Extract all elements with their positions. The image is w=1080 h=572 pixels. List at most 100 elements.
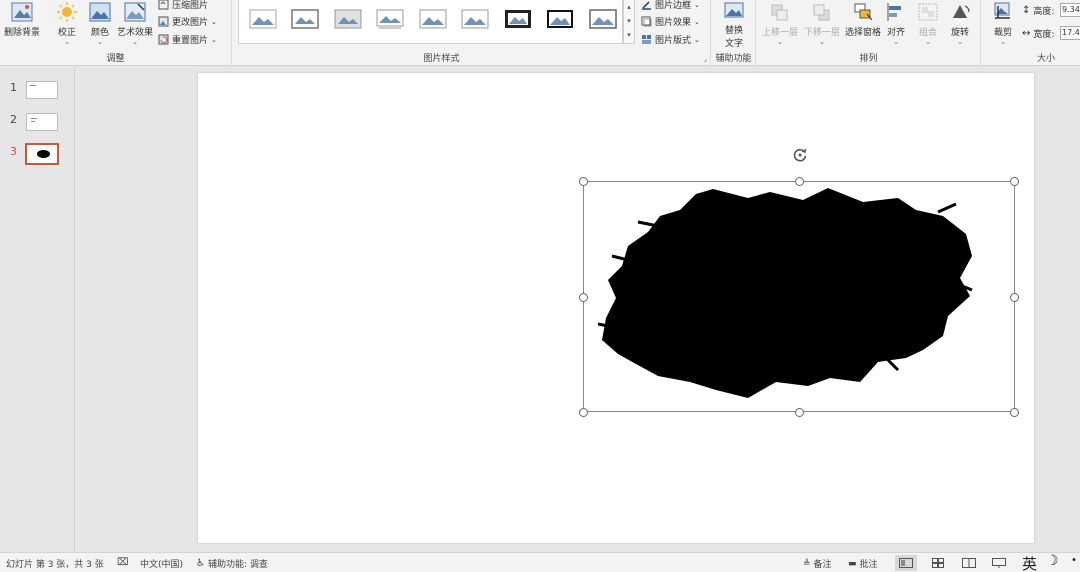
status-bar: 幻灯片 第 3 张，共 3 张 ⌧ 中文(中国) ♿ 辅助功能: 调查 ≜ 备注… xyxy=(0,552,1080,572)
width-label: ↔ 宽度: xyxy=(1022,28,1055,40)
slideshow-icon xyxy=(992,558,1006,568)
ime-indicator[interactable]: 英 xyxy=(1022,553,1037,572)
ribbon: 删除背景 校正 ⌄ 颜色 ⌄ 艺术效果 ⌄ 压缩图片 更改图片 ⌄ 重置图片 ⌄… xyxy=(0,0,1080,66)
slideshow-button[interactable] xyxy=(988,555,1010,571)
group-label-arrange: 排列 xyxy=(859,54,878,64)
slide-sorter-icon xyxy=(932,558,944,568)
width-icon: ↔ xyxy=(1022,28,1031,39)
rotate-button[interactable]: 旋转 ⌄ xyxy=(943,0,977,50)
notes-button[interactable]: ≜ 备注 xyxy=(803,557,832,571)
change-picture-button[interactable]: 更改图片 ⌄ xyxy=(158,13,217,30)
resize-handle-top-right[interactable] xyxy=(1010,177,1019,186)
resize-handle-bottom[interactable] xyxy=(795,408,804,417)
style-thumb-4[interactable] xyxy=(376,8,404,30)
spellcheck-status[interactable]: ⌧ xyxy=(117,557,129,568)
style-thumb-9[interactable] xyxy=(589,8,617,30)
alt-text-icon xyxy=(724,2,744,18)
resize-handle-bottom-left[interactable] xyxy=(579,408,588,417)
reset-picture-button[interactable]: 重置图片 ⌄ xyxy=(158,31,217,48)
slide-thumbnail-1[interactable]: 1 xyxy=(0,77,75,103)
style-thumb-5[interactable] xyxy=(419,8,447,30)
artistic-effects-icon xyxy=(124,2,146,22)
normal-view-icon xyxy=(899,558,913,568)
align-icon xyxy=(887,3,901,21)
height-input[interactable]: 9.34 xyxy=(1060,3,1080,17)
language-status[interactable]: 中文(中国) xyxy=(140,557,183,570)
reading-view-button[interactable] xyxy=(958,555,980,571)
accessibility-icon: ♿ xyxy=(196,558,205,569)
chevron-down-icon: ⌄ xyxy=(694,17,700,26)
crop-button[interactable]: 裁剪 ⌄ xyxy=(984,0,1022,50)
group-accessibility: 替换 文字 辅助功能 xyxy=(712,0,756,65)
send-backward-icon xyxy=(813,4,830,21)
change-picture-icon xyxy=(158,16,169,27)
crop-icon xyxy=(994,2,1010,19)
chevron-down-icon: ⌄ xyxy=(211,35,217,44)
dialog-launcher-icon[interactable]: ⌟ xyxy=(704,55,707,63)
pen-icon xyxy=(642,1,651,10)
chevron-down-icon[interactable]: ▾ xyxy=(624,14,634,28)
slide-thumbnail-pane: 1 2 3 xyxy=(0,67,75,552)
slide-sorter-view-button[interactable] xyxy=(927,555,949,571)
height-icon: ↕ xyxy=(1022,5,1031,16)
picture-border-button[interactable]: 图片边框 ⌄ xyxy=(641,0,700,13)
compress-pictures-button[interactable]: 压缩图片 xyxy=(158,0,208,13)
width-input[interactable]: 17.4 xyxy=(1060,26,1080,40)
alt-text-button[interactable]: 替换 文字 xyxy=(714,0,754,50)
comment-icon: ▬ xyxy=(848,558,857,569)
effects-icon xyxy=(641,16,652,27)
slide-counter: 幻灯片 第 3 张，共 3 张 xyxy=(6,560,104,570)
moon-icon[interactable]: ☽ xyxy=(1046,553,1059,569)
normal-view-button[interactable] xyxy=(895,555,917,571)
group-label-picture-styles: 图片样式 xyxy=(423,54,460,64)
slide-preview[interactable] xyxy=(26,81,58,99)
group-size: 裁剪 ⌄ ↕ 高度: 9.34 ↔ 宽度: 17.4 大小 xyxy=(982,0,1080,65)
resize-handle-top-left[interactable] xyxy=(579,177,588,186)
resize-handle-top[interactable] xyxy=(795,177,804,186)
send-backward-button[interactable]: 下移一层 ⌄ xyxy=(801,0,843,50)
group-icon xyxy=(918,3,938,21)
style-thumb-7[interactable] xyxy=(504,8,532,30)
chevron-up-icon[interactable]: ▴ xyxy=(624,0,634,14)
chevron-down-icon: ⌄ xyxy=(694,35,700,44)
align-button[interactable]: 对齐 ⌄ xyxy=(879,0,913,50)
image-selection-box[interactable] xyxy=(583,181,1015,412)
accessibility-status[interactable]: ♿ 辅助功能: 调查 xyxy=(196,557,268,570)
resize-handle-left[interactable] xyxy=(579,293,588,302)
dot-icon[interactable]: • xyxy=(1071,555,1077,566)
style-thumb-3[interactable] xyxy=(334,8,362,30)
comments-button[interactable]: ▬ 批注 xyxy=(848,557,878,571)
slide-preview[interactable] xyxy=(26,113,58,131)
resize-handle-right[interactable] xyxy=(1010,293,1019,302)
reading-view-icon xyxy=(962,558,976,568)
rotate-handle-icon[interactable] xyxy=(792,147,808,163)
reset-picture-icon xyxy=(158,34,169,45)
bring-forward-icon xyxy=(771,4,788,21)
style-thumb-8[interactable] xyxy=(546,8,574,30)
chevron-down-icon: ⌄ xyxy=(925,38,931,46)
rotate-icon xyxy=(953,5,970,18)
remove-background-button[interactable]: 删除背景 xyxy=(2,0,42,50)
group-label-accessibility: 辅助功能 xyxy=(715,54,752,64)
style-thumb-1[interactable] xyxy=(249,8,277,30)
bring-forward-button[interactable]: 上移一层 ⌄ xyxy=(759,0,801,50)
resize-handle-bottom-right[interactable] xyxy=(1010,408,1019,417)
color-picture-icon xyxy=(89,2,111,22)
picture-effects-button[interactable]: 图片效果 ⌄ xyxy=(641,13,700,30)
picture-layout-button[interactable]: 图片版式 ⌄ xyxy=(641,31,700,48)
artistic-effects-button[interactable]: 艺术效果 ⌄ xyxy=(114,0,156,50)
slide-preview-active[interactable] xyxy=(25,143,59,165)
slide-thumbnail-3[interactable]: 3 xyxy=(0,141,75,167)
slide-thumbnail-2[interactable]: 2 xyxy=(0,109,75,135)
group-label-size: 大小 xyxy=(1036,54,1055,64)
more-icon[interactable]: ▾ xyxy=(624,28,634,42)
group-objects-button[interactable]: 组合 ⌄ xyxy=(911,0,945,50)
chevron-down-icon: ⌄ xyxy=(893,38,899,46)
remove-background-icon xyxy=(11,2,33,22)
group-arrange: 上移一层 ⌄ 下移一层 ⌄ 选择窗格 对齐 ⌄ 组合 ⌄ 旋转 ⌄ 排列 xyxy=(757,0,981,65)
gallery-scroll[interactable]: ▴ ▾ ▾ xyxy=(623,0,635,44)
style-thumb-6[interactable] xyxy=(461,8,489,30)
notes-icon: ≜ xyxy=(803,558,811,569)
chevron-down-icon: ⌄ xyxy=(777,38,783,46)
style-thumb-2[interactable] xyxy=(291,8,319,30)
